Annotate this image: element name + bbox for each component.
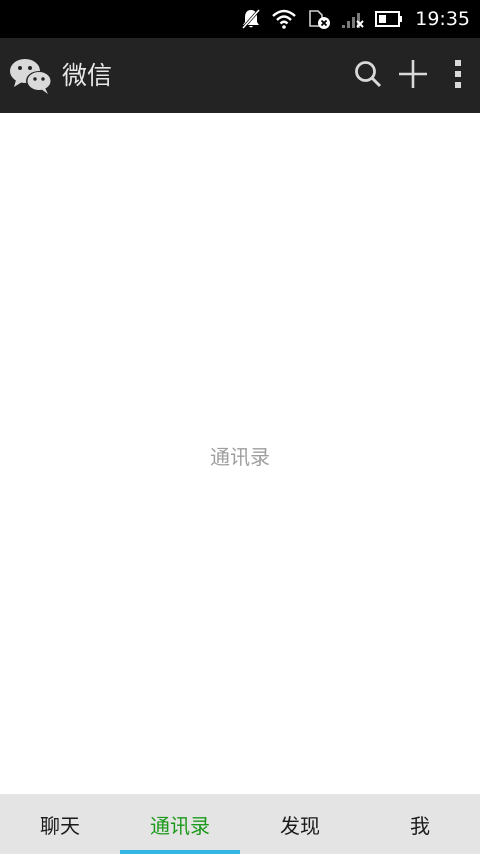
app-title: 微信 [62, 61, 113, 90]
signal-no-service-icon [341, 9, 365, 29]
wifi-icon [271, 9, 297, 29]
tab-label: 发现 [280, 813, 320, 838]
tab-label: 我 [410, 813, 430, 838]
search-button[interactable] [346, 38, 390, 113]
tab-contacts[interactable]: 通讯录 [120, 794, 240, 854]
status-icons: 19:35 [241, 0, 470, 38]
plus-icon [398, 59, 428, 93]
notifications-muted-icon [241, 8, 261, 30]
tab-label: 通讯录 [150, 813, 210, 838]
tab-me[interactable]: 我 [360, 794, 480, 854]
content-placeholder: 通讯录 [210, 445, 270, 469]
tab-label: 聊天 [40, 813, 80, 838]
contacts-content: 通讯录 [0, 113, 480, 794]
sim-error-icon [307, 8, 331, 30]
screen: 19:35 微信 通讯录 聊天 通讯录 发现 我 [0, 0, 480, 854]
status-bar: 19:35 [0, 0, 480, 38]
bottom-tab-bar: 聊天 通讯录 发现 我 [0, 794, 480, 854]
more-options-button[interactable] [436, 38, 480, 113]
status-time: 19:35 [415, 8, 470, 30]
add-button[interactable] [391, 38, 435, 113]
more-vert-icon [453, 59, 463, 93]
tab-chats[interactable]: 聊天 [0, 794, 120, 854]
search-icon [353, 59, 383, 93]
action-bar: 微信 [0, 38, 480, 113]
active-tab-indicator [120, 850, 240, 854]
tab-discover[interactable]: 发现 [240, 794, 360, 854]
wechat-logo-icon[interactable] [8, 56, 54, 96]
battery-icon [375, 11, 403, 27]
